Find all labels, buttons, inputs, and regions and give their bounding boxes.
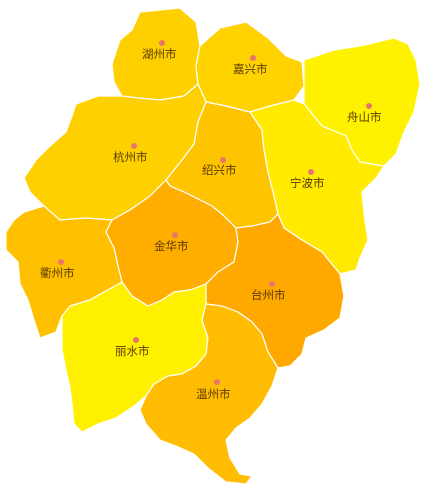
city-label-taizhou: 台州市 bbox=[251, 288, 286, 302]
city-label-huzhou: 湖州市 bbox=[142, 47, 177, 61]
city-label-ningbo: 宁波市 bbox=[290, 176, 325, 190]
city-dot-quzhou bbox=[58, 259, 64, 265]
city-dot-lishui bbox=[133, 337, 139, 343]
city-label-zhoushan: 舟山市 bbox=[347, 110, 382, 124]
city-label-wenzhou: 温州市 bbox=[196, 387, 231, 401]
city-dot-wenzhou bbox=[214, 379, 220, 385]
city-dot-hangzhou bbox=[131, 143, 137, 149]
city-label-quzhou: 衢州市 bbox=[40, 266, 75, 280]
city-dot-zhoushan bbox=[366, 103, 372, 109]
city-label-jiaxing: 嘉兴市 bbox=[233, 62, 268, 76]
city-dot-jinhua bbox=[172, 232, 178, 238]
city-dot-ningbo bbox=[308, 169, 314, 175]
city-label-shaoxing: 绍兴市 bbox=[202, 163, 237, 177]
zhejiang-map: 湖州市 嘉兴市 舟山市 杭州市 绍兴市 宁波市 金华市 衢州市 台州市 丽水市 … bbox=[5, 7, 421, 485]
city-label-lishui: 丽水市 bbox=[115, 344, 150, 358]
city-label-jinhua: 金华市 bbox=[154, 239, 189, 253]
city-dot-huzhou bbox=[159, 40, 165, 46]
city-label-hangzhou: 杭州市 bbox=[113, 150, 148, 164]
city-dot-jiaxing bbox=[250, 55, 256, 61]
city-dot-taizhou bbox=[269, 281, 275, 287]
